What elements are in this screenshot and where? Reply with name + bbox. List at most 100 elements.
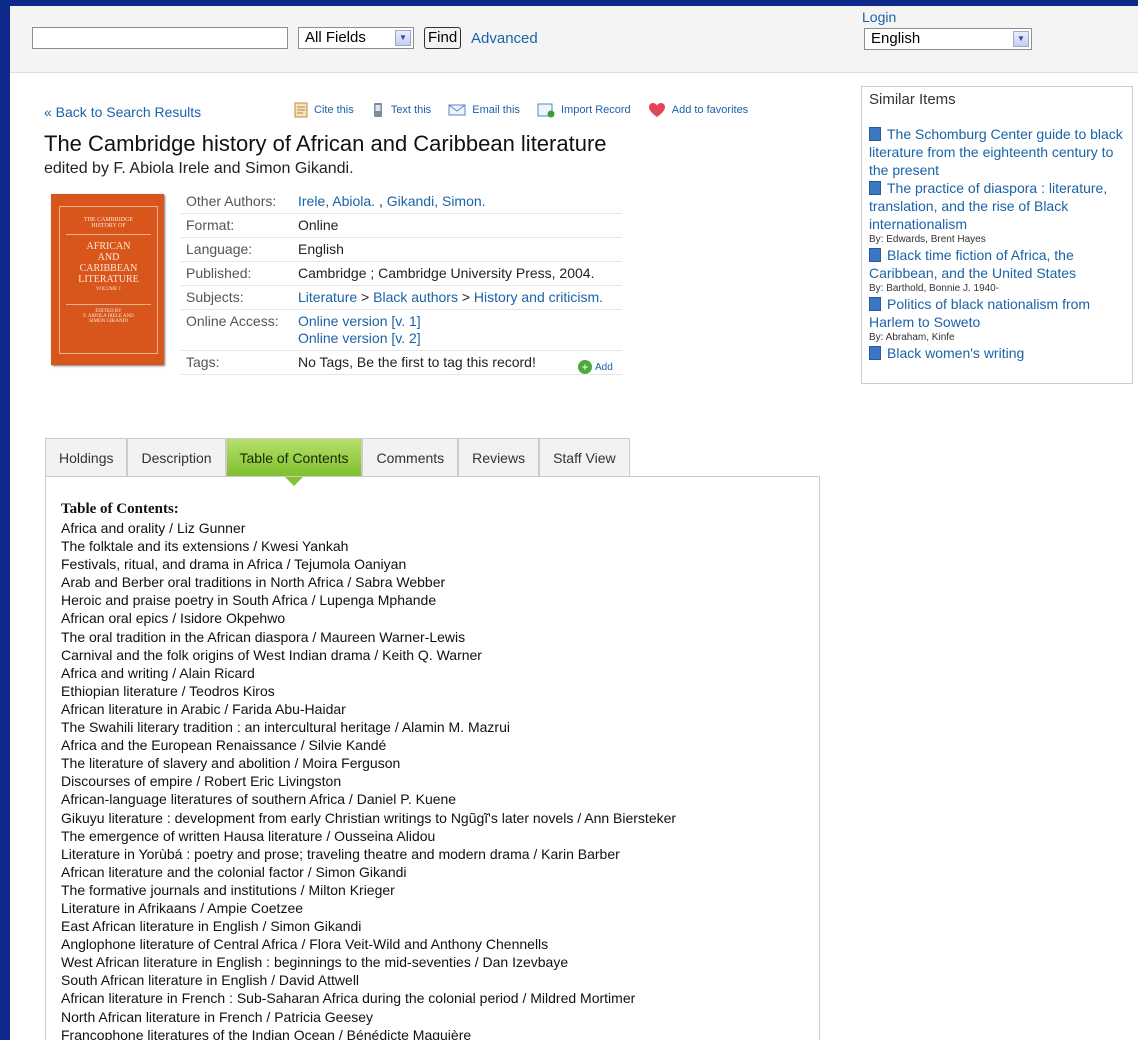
similar-item: The Schomburg Center guide to black lite… — [869, 125, 1133, 179]
record-title: The Cambridge history of African and Car… — [44, 131, 607, 156]
subject-link-history[interactable]: History and criticism. — [474, 289, 603, 305]
book-cover-image: THE CAMBRIDGE HISTORY OF AFRICAN AND CAR… — [51, 194, 164, 365]
tab-description[interactable]: Description — [127, 438, 226, 476]
cover-text: CARIBBEAN — [79, 263, 138, 274]
detail-label: Language: — [180, 237, 292, 262]
tab-table-of-contents[interactable]: Table of Contents — [225, 438, 363, 486]
chevron-down-icon: ▼ — [1013, 31, 1029, 47]
toc-entry: African literature in French : Sub-Sahar… — [61, 990, 636, 1007]
toc-heading: Table of Contents: — [61, 501, 179, 517]
add-to-favorites-button[interactable]: Add to favorites — [648, 102, 748, 118]
tab-holdings[interactable]: Holdings — [45, 438, 128, 476]
author-link-irele[interactable]: Irele, Abiola. — [298, 193, 375, 209]
toc-entry: The folktale and its extensions / Kwesi … — [61, 538, 349, 555]
tab-comments[interactable]: Comments — [362, 438, 459, 476]
book-icon — [869, 181, 881, 195]
toc-entry: African-language literatures of southern… — [61, 791, 457, 808]
similar-item-link[interactable]: Black time fiction of Africa, the Caribb… — [869, 247, 1076, 281]
find-button[interactable]: Find — [424, 27, 462, 49]
record-tabs: Holdings Description Table of Contents C… — [45, 438, 630, 486]
page: All Fields ▼ Find Advanced Login English… — [10, 6, 1138, 1040]
similar-item-link[interactable]: Politics of black nationalism from Harle… — [869, 296, 1090, 330]
toc-entry: The formative journals and institutions … — [61, 881, 395, 898]
detail-value: No Tags, Be the first to tag this record… — [292, 350, 622, 375]
cover-text: AFRICAN — [86, 241, 131, 252]
search-input[interactable] — [32, 27, 288, 49]
toc-entry: North African literature in French / Pat… — [61, 1008, 374, 1025]
book-icon — [869, 346, 881, 360]
similar-item: Black time fiction of Africa, the Caribb… — [869, 246, 1133, 295]
cover-text: HISTORY OF — [91, 223, 126, 229]
online-version-1-link[interactable]: Online version [v. 1] — [298, 313, 421, 329]
toc-list: Africa and orality / Liz Gunner The folkt… — [61, 519, 676, 1040]
author-link-gikandi[interactable]: Gikandi, Simon. — [387, 193, 486, 209]
subject-link-literature[interactable]: Literature — [298, 289, 357, 305]
toc-entry: Literature in Afrikaans / Ampie Coetzee — [61, 899, 304, 916]
book-icon — [869, 297, 881, 311]
advanced-search-link[interactable]: Advanced — [471, 30, 538, 47]
detail-row-online-access: Online Access: Online version [v. 1] Onli… — [180, 309, 622, 351]
toc-entry: Gikuyu literature : development from ear… — [61, 809, 677, 826]
tab-reviews[interactable]: Reviews — [458, 438, 540, 476]
toc-entry: Festivals, ritual, and drama in Africa /… — [61, 556, 407, 573]
detail-label: Online Access: — [180, 309, 292, 351]
cite-this-button[interactable]: Cite this — [294, 102, 354, 118]
toc-entry: West African literature in English : beg… — [61, 954, 569, 971]
toc-entry: Carnival and the folk origins of West In… — [61, 646, 482, 663]
book-icon — [869, 248, 881, 262]
detail-label: Format: — [180, 213, 292, 238]
online-version-2-link[interactable]: Online version [v. 2] — [298, 330, 421, 346]
detail-value: Irele, Abiola. , Gikandi, Simon. — [292, 190, 622, 214]
login-link[interactable]: Login — [862, 9, 896, 25]
envelope-icon — [448, 104, 466, 116]
add-tag-button[interactable]: + Add — [578, 360, 613, 374]
subject-link-black-authors[interactable]: Black authors — [373, 289, 458, 305]
record-details-table: Other Authors: Irele, Abiola. , Gikandi,… — [180, 190, 622, 375]
cite-this-label: Cite this — [314, 104, 354, 116]
language-select[interactable]: English ▼ — [864, 28, 1032, 50]
plus-icon: + — [578, 360, 592, 374]
detail-value: Online version [v. 1] Online version [v. … — [292, 309, 622, 351]
search-field-select[interactable]: All Fields ▼ — [298, 27, 414, 49]
import-icon — [537, 103, 555, 118]
toc-entry: Literature in Yorùbá : poetry and prose;… — [61, 845, 620, 862]
toc-entry: African oral epics / Isidore Okpehwo — [61, 610, 286, 627]
document-icon — [294, 102, 308, 118]
toc-entry: Discourses of empire / Robert Eric Livin… — [61, 773, 342, 790]
record-toolbar: Cite this Text this Email this Import Re… — [294, 102, 762, 121]
cover-divider — [66, 304, 151, 305]
text-this-label: Text this — [390, 104, 432, 116]
toc-entry: Heroic and praise poetry in South Africa… — [61, 592, 437, 609]
record-subtitle: edited by F. Abiola Irele and Simon Gika… — [44, 160, 354, 177]
back-to-results-link[interactable]: « Back to Search Results — [44, 104, 201, 120]
email-this-button[interactable]: Email this — [448, 102, 520, 118]
detail-value: Online — [292, 213, 622, 238]
toc-entry: African literature in Arabic / Farida Ab… — [61, 700, 346, 717]
import-record-button[interactable]: Import Record — [537, 102, 631, 118]
add-to-favorites-label: Add to favorites — [671, 104, 749, 116]
similar-item-link[interactable]: The practice of diaspora : literature, t… — [869, 180, 1107, 232]
detail-row-tags: Tags: No Tags, Be the first to tag this … — [180, 350, 622, 375]
cover-text: SIMON GIKANDI — [89, 319, 128, 324]
tab-staff-view[interactable]: Staff View — [539, 438, 630, 476]
cover-text: VOLUME 1 — [95, 287, 122, 292]
similar-items-panel: Similar Items The Schomburg Center guide… — [861, 86, 1133, 384]
similar-item-link[interactable]: The Schomburg Center guide to black lite… — [869, 126, 1123, 178]
detail-row-format: Format: Online — [180, 213, 622, 238]
toc-entry: Africa and writing / Alain Ricard — [61, 664, 255, 681]
cover-text: LITERATURE — [78, 274, 139, 285]
toc-entry: South African literature in English / Da… — [61, 972, 360, 989]
book-icon — [869, 127, 881, 141]
toc-entry: The emergence of written Hausa literatur… — [61, 827, 436, 844]
toc-entry: The literature of slavery and abolition … — [61, 755, 401, 772]
detail-value: Cambridge ; Cambridge University Press, … — [292, 261, 622, 286]
detail-row-subjects: Subjects: Literature > Black authors > H… — [180, 285, 622, 310]
heart-icon — [648, 103, 665, 117]
toc-entry: Arab and Berber oral traditions in North… — [61, 574, 446, 591]
similar-item-author: By: Edwards, Brent Hayes — [869, 234, 986, 245]
email-this-label: Email this — [472, 104, 520, 116]
text-this-button[interactable]: Text this — [371, 102, 431, 118]
similar-item-link[interactable]: Black women's writing — [887, 345, 1024, 361]
toc-entry: Africa and the European Renaissance / Si… — [61, 737, 387, 754]
toc-entry: Francophone literatures of the Indian Oc… — [61, 1026, 472, 1040]
